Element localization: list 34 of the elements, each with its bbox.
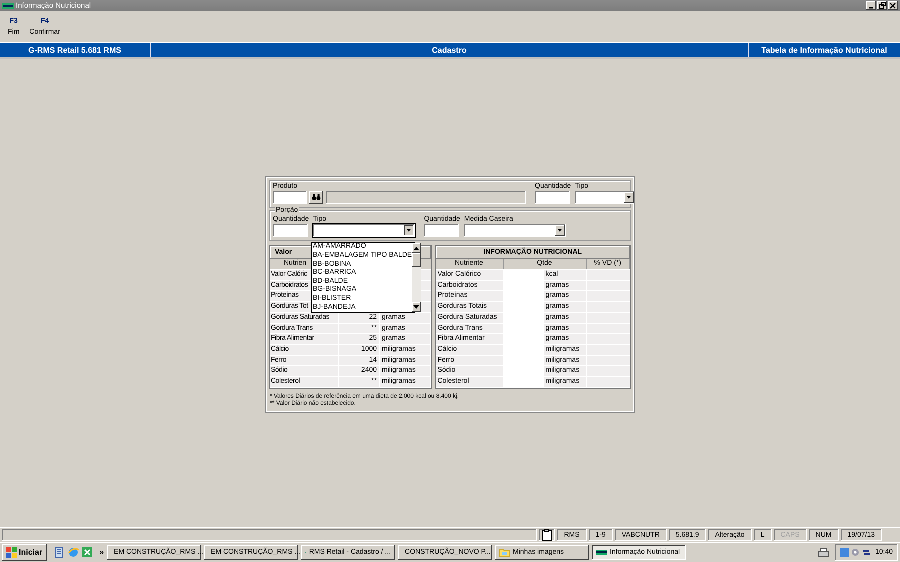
header-title: Tabela de Informação Nutricional [760,44,888,57]
close-button[interactable] [888,1,898,10]
input-field[interactable] [273,191,307,204]
dropdown-field[interactable] [464,224,566,238]
spreadsheet-icon [82,547,93,558]
more-button[interactable]: » [100,548,104,557]
minimize-button[interactable] [866,1,876,10]
sync-icon [862,548,872,557]
folder-icon [499,547,510,558]
quick-launch-button[interactable] [54,547,65,558]
binoculars-icon [312,194,320,202]
windows-flag-icon [6,547,17,558]
network-icon [840,548,850,557]
scrollbar[interactable] [412,243,422,312]
document-icon [54,547,65,558]
printer-icon [818,548,830,558]
search-button[interactable] [309,191,323,204]
restore-button[interactable] [877,1,887,10]
dropdown-field[interactable] [575,191,636,204]
input-field[interactable] [424,224,460,238]
input-field[interactable] [535,191,570,204]
gear-icon [851,548,860,557]
start-button[interactable]: Iniciar [2,544,47,561]
input-field[interactable] [273,224,308,238]
close-icon [889,2,897,10]
input-field[interactable] [326,191,526,204]
scroll-thumb[interactable] [412,253,422,268]
header-title: Cadastro [151,43,749,57]
restore-icon [878,2,886,10]
dropdown-field[interactable] [313,224,416,238]
browser-icon [68,547,79,558]
quick-launch-button[interactable] [68,547,79,558]
header-title: G-RMS Retail 5.681 RMS [0,43,151,57]
quick-launch-button[interactable] [82,547,93,558]
